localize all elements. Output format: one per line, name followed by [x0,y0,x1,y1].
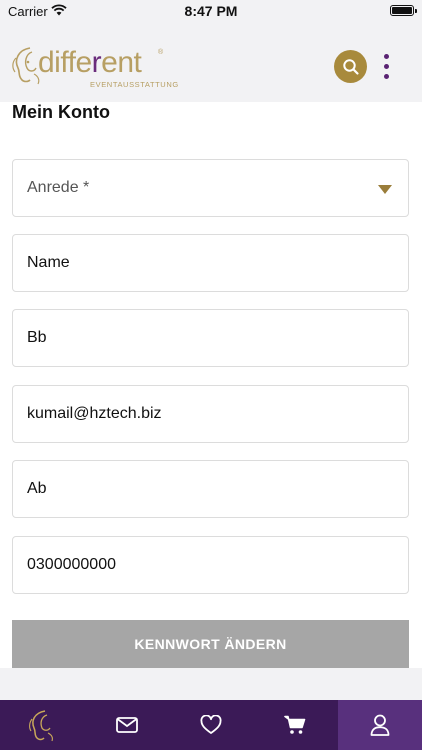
page-title: Mein Konto [12,102,110,122]
tab-wishlist[interactable] [169,700,253,750]
more-vertical-icon-dot [383,54,389,59]
tab-account[interactable] [337,700,422,750]
mail-icon [115,717,138,733]
logo-registered-mark: ® [158,49,164,56]
battery-icon [390,5,414,16]
name-field[interactable]: Name [12,234,409,292]
phone-field[interactable]: 0300000000 [12,536,409,594]
change-password-button[interactable]: KENNWORT ÄNDERN [12,620,409,668]
search-icon [342,58,359,75]
salutation-placeholder: Anrede * [27,179,90,196]
search-button[interactable] [334,50,367,83]
tab-messages[interactable] [84,700,168,750]
text-field-4-value: Ab [27,480,47,497]
text-field-4[interactable]: Ab [12,460,409,518]
tab-home[interactable] [0,700,84,750]
battery-tip [415,9,417,13]
text-field-2-value: Bb [27,329,47,346]
more-vertical-icon-dot [383,64,389,69]
logo-tagline: EVENTAUSSTATTUNG [90,80,179,89]
content-footer-strip [0,668,422,700]
user-icon [370,714,390,736]
more-menu-button[interactable] [376,50,396,83]
salutation-select[interactable]: Anrede * [12,159,409,217]
status-bar: Carrier 8:47 PM [0,0,422,22]
email-field-value: kumail@hztech.biz [27,405,162,422]
text-field-2[interactable]: Bb [12,309,409,367]
heart-icon [200,715,222,734]
cart-icon [284,715,306,734]
tab-cart[interactable] [253,700,337,750]
logo-wordmark: different [38,46,142,79]
brand-logo[interactable]: different ® EVENTAUSSTATTUNG [10,44,180,92]
dropdown-arrow-icon [378,185,392,194]
email-field[interactable]: kumail@hztech.biz [12,385,409,443]
logo-icon [29,710,54,742]
name-field-value: Name [27,254,70,271]
phone-field-value: 0300000000 [27,556,116,573]
more-vertical-icon-dot [383,74,389,79]
clock: 8:47 PM [184,3,238,19]
app-header: different ® EVENTAUSSTATTUNG [0,22,422,102]
bottom-tab-bar [0,700,422,750]
